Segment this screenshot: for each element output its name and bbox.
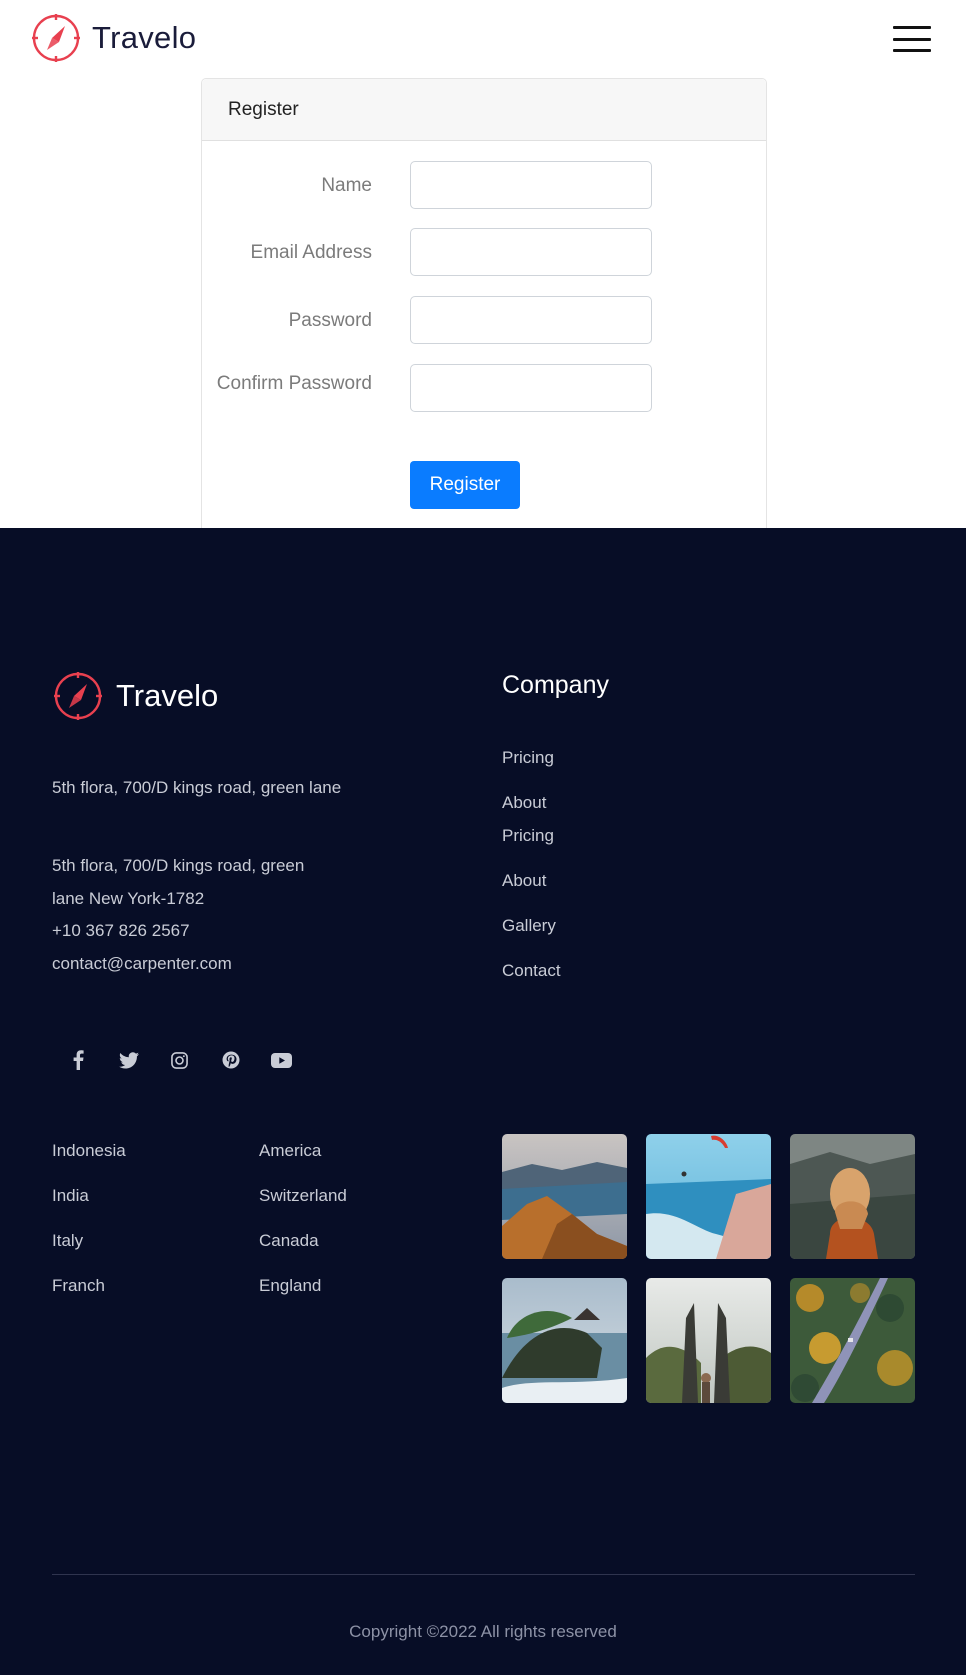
password-label: Password: [288, 310, 372, 331]
address-clipped: 5th flora, 700/D kings road, green lane …: [52, 772, 372, 802]
confirm-password-label: Confirm Password: [216, 373, 372, 394]
card-title: Register: [202, 79, 766, 141]
twitter-icon[interactable]: [103, 1050, 154, 1070]
email-address[interactable]: contact@carpenter.com: [52, 948, 392, 981]
email-label: Email Address: [250, 242, 372, 263]
company-link-gallery[interactable]: Gallery: [502, 916, 556, 936]
address-clipped-text: 5th flora, 700/D kings road, green lane …: [52, 778, 342, 797]
site-header: Travelo: [0, 0, 966, 78]
company-link-pricing[interactable]: Pricing: [502, 748, 554, 768]
brand-name: Travelo: [92, 20, 197, 55]
email-input[interactable]: [410, 228, 652, 276]
brand-link[interactable]: Travelo: [30, 12, 196, 64]
photo-gallery: [502, 1134, 915, 1403]
countries-column-2: America Switzerland Canada England: [259, 1128, 347, 1308]
name-label: Name: [321, 175, 372, 196]
mountain-lake-photo[interactable]: [502, 1134, 627, 1259]
register-button[interactable]: Register: [410, 461, 520, 509]
footer-brand-link[interactable]: Travelo: [52, 670, 218, 722]
hiker-woman-photo[interactable]: [790, 1134, 915, 1259]
instagram-icon[interactable]: [154, 1050, 205, 1070]
phone-number: +10 367 826 2567: [52, 921, 190, 940]
site-footer: Travelo 5th flora, 700/D kings road, gre…: [0, 528, 966, 1675]
confirm-password-input[interactable]: [410, 364, 652, 412]
register-card: Register Name Email Address Password Con…: [201, 78, 767, 528]
paraglider-beach-photo[interactable]: [646, 1134, 771, 1259]
copyright-text: Copyright ©2022 All rights reserved: [349, 1622, 617, 1641]
company-link-pricing[interactable]: Pricing: [502, 826, 554, 846]
country-link[interactable]: Canada: [259, 1218, 347, 1263]
country-link[interactable]: India: [52, 1173, 126, 1218]
country-link[interactable]: Franch: [52, 1263, 126, 1308]
countries-column-1: Indonesia India Italy Franch: [52, 1128, 126, 1308]
footer-brand-name: Travelo: [116, 678, 219, 713]
address-line1: 5th flora, 700/D kings road, green: [52, 856, 305, 875]
country-link[interactable]: Indonesia: [52, 1128, 126, 1173]
country-link[interactable]: Switzerland: [259, 1173, 347, 1218]
compass-logo-icon: [32, 14, 80, 62]
password-input[interactable]: [410, 296, 652, 344]
name-input[interactable]: [410, 161, 652, 209]
country-link[interactable]: America: [259, 1128, 347, 1173]
compass-logo-icon: [54, 672, 102, 720]
facebook-icon[interactable]: [52, 1050, 103, 1070]
company-link-about[interactable]: About: [502, 871, 546, 891]
hamburger-menu-icon[interactable]: [893, 26, 931, 52]
sea-temple-photo[interactable]: [502, 1278, 627, 1403]
company-link-contact[interactable]: Contact: [502, 961, 561, 981]
footer-divider: [52, 1574, 915, 1575]
country-link[interactable]: England: [259, 1263, 347, 1308]
forest-road-photo[interactable]: [790, 1278, 915, 1403]
youtube-icon[interactable]: [256, 1050, 307, 1070]
forest-gate-photo[interactable]: [646, 1278, 771, 1403]
address-line2: lane New York-1782: [52, 888, 205, 908]
pinterest-icon[interactable]: [205, 1050, 256, 1070]
contact-info: 5th flora, 700/D kings road, green lane …: [52, 850, 392, 980]
country-link[interactable]: Italy: [52, 1218, 126, 1263]
company-link-about[interactable]: About: [502, 793, 546, 813]
social-links: [52, 1050, 307, 1070]
company-heading: Company: [502, 671, 609, 699]
